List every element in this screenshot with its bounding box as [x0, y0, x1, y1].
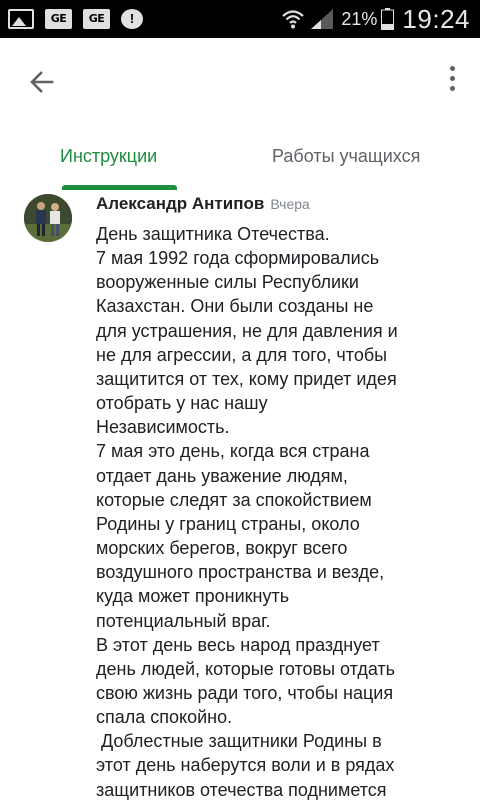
comment-line: 7 мая 1992 года сформировались — [96, 248, 380, 269]
comment-line: куда может проникнуть — [96, 586, 290, 607]
arrow-back-icon[interactable] — [24, 64, 60, 100]
comment-line: которые следят за спокойствием — [96, 489, 372, 510]
comment-line: Родины у границ страны, около — [96, 513, 360, 534]
comment-line: защитится от тех, кому придет идея — [96, 368, 397, 389]
tab-student-work[interactable]: Работы учащихся — [272, 146, 420, 167]
active-tab-indicator — [62, 185, 177, 190]
comment-line: свою жизнь ради того, чтобы нация — [96, 682, 394, 703]
comment-line: Независимость. — [96, 417, 230, 438]
comment-line: воздушного пространства и везде, — [96, 562, 385, 583]
status-bar: GE GE ! 21% 19:24 — [0, 0, 480, 38]
wifi-icon — [282, 10, 305, 29]
notification-icons: GE GE ! — [8, 6, 154, 32]
ge-icon: GE — [45, 9, 72, 29]
battery-percent: 21% — [341, 8, 378, 29]
more-dot — [449, 76, 455, 81]
comment-line: потенциальный враг. — [96, 610, 271, 631]
clock: 19:24 — [402, 3, 470, 34]
more-dot — [449, 66, 455, 71]
comment-line: 7 мая это день, когда вся страна — [96, 441, 370, 462]
comment-line: этот день наберутся воли и в рядах — [96, 755, 395, 776]
comment-line: защитников отечества поднимется — [96, 779, 387, 800]
signal-icon — [311, 9, 334, 29]
system-icons: 21% 19:24 — [281, 0, 470, 38]
comment-timestamp: Вчера — [270, 196, 310, 212]
more-vert-icon[interactable] — [442, 66, 462, 98]
comment-line: не для агрессии, а для того, чтобы — [96, 344, 388, 365]
comment-line: Доблестные защитники Родины в — [96, 731, 382, 752]
comment-line: День защитника Отечества. — [96, 224, 330, 244]
image-icon — [8, 9, 34, 29]
comment-line: для устрашения, не для давления и — [96, 320, 398, 341]
comment-body: День защитника Отечества. 7 мая 1992 год… — [96, 222, 466, 802]
more-dot — [449, 86, 455, 91]
comment-line: отобрать у нас нашу — [96, 393, 268, 414]
avatar-photo — [24, 194, 72, 242]
author-name: Александр Антипов — [96, 194, 265, 213]
ge-icon: GE — [83, 9, 110, 29]
avatar[interactable] — [24, 194, 72, 242]
tab-bar: Инструкции Работы учащихся — [0, 122, 480, 194]
tab-instructions[interactable]: Инструкции — [60, 146, 157, 167]
comment-line: вооруженные силы Республики — [96, 272, 359, 293]
app-bar — [0, 38, 480, 122]
comment-line: день людей, которые готовы отдать — [96, 658, 396, 679]
comment-header: Александр Антипов Вчера — [96, 194, 310, 214]
comment-line: спала спокойно. — [96, 707, 233, 728]
comment-line: морских берегов, вокруг всего — [96, 538, 348, 559]
comment-line: отдает дань уважение людям, — [96, 465, 348, 486]
comment-line: В этот день весь народ празднует — [96, 634, 380, 655]
chat-icon: ! — [121, 9, 143, 29]
comment-line: Казахстан. Они были созданы не — [96, 296, 374, 317]
battery-icon — [381, 8, 395, 30]
